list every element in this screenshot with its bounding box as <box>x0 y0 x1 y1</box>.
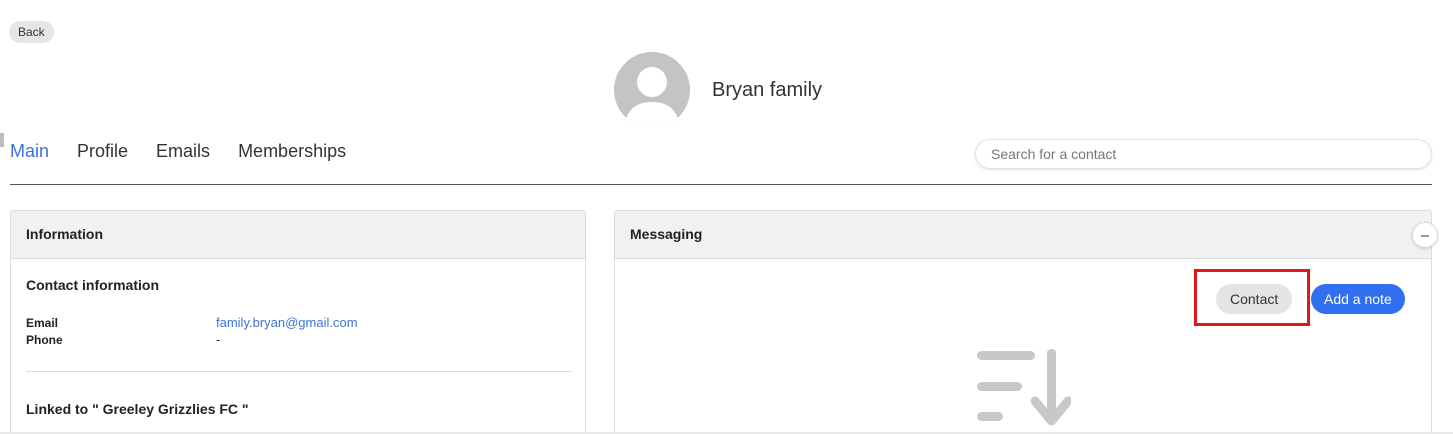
left-edge-marker <box>0 133 4 147</box>
tab-emails[interactable]: Emails <box>156 141 210 162</box>
tab-profile[interactable]: Profile <box>77 141 128 162</box>
contact-button[interactable]: Contact <box>1216 284 1293 314</box>
add-note-button[interactable]: Add a note <box>1311 284 1405 314</box>
back-button[interactable]: Back <box>9 21 54 43</box>
tab-main[interactable]: Main <box>10 141 49 162</box>
sort-descending-icon <box>977 349 1071 426</box>
section-divider <box>26 371 571 372</box>
contact-information-heading: Contact information <box>26 277 159 293</box>
phone-value: - <box>216 332 221 347</box>
information-panel-title: Information <box>11 211 585 259</box>
messaging-panel: Messaging Contact Add a note <box>614 210 1432 434</box>
messaging-panel-title: Messaging <box>615 211 1431 259</box>
linked-club-heading: Linked to " Greeley Grizzlies FC " <box>26 401 249 417</box>
contact-search-input[interactable] <box>975 139 1432 169</box>
phone-label: Phone <box>26 333 63 347</box>
minus-icon <box>1421 235 1429 237</box>
email-value-link[interactable]: family.bryan@gmail.com <box>216 315 358 330</box>
avatar <box>614 52 690 128</box>
family-name: Bryan family <box>712 79 823 101</box>
tab-memberships[interactable]: Memberships <box>238 141 346 162</box>
tab-divider <box>10 184 1432 185</box>
information-panel: Information Contact information Email fa… <box>10 210 586 434</box>
collapse-button[interactable] <box>1412 222 1438 248</box>
email-label: Email <box>26 316 59 330</box>
tab-bar: Main Profile Emails Memberships <box>10 141 346 162</box>
user-silhouette-icon <box>624 67 680 128</box>
